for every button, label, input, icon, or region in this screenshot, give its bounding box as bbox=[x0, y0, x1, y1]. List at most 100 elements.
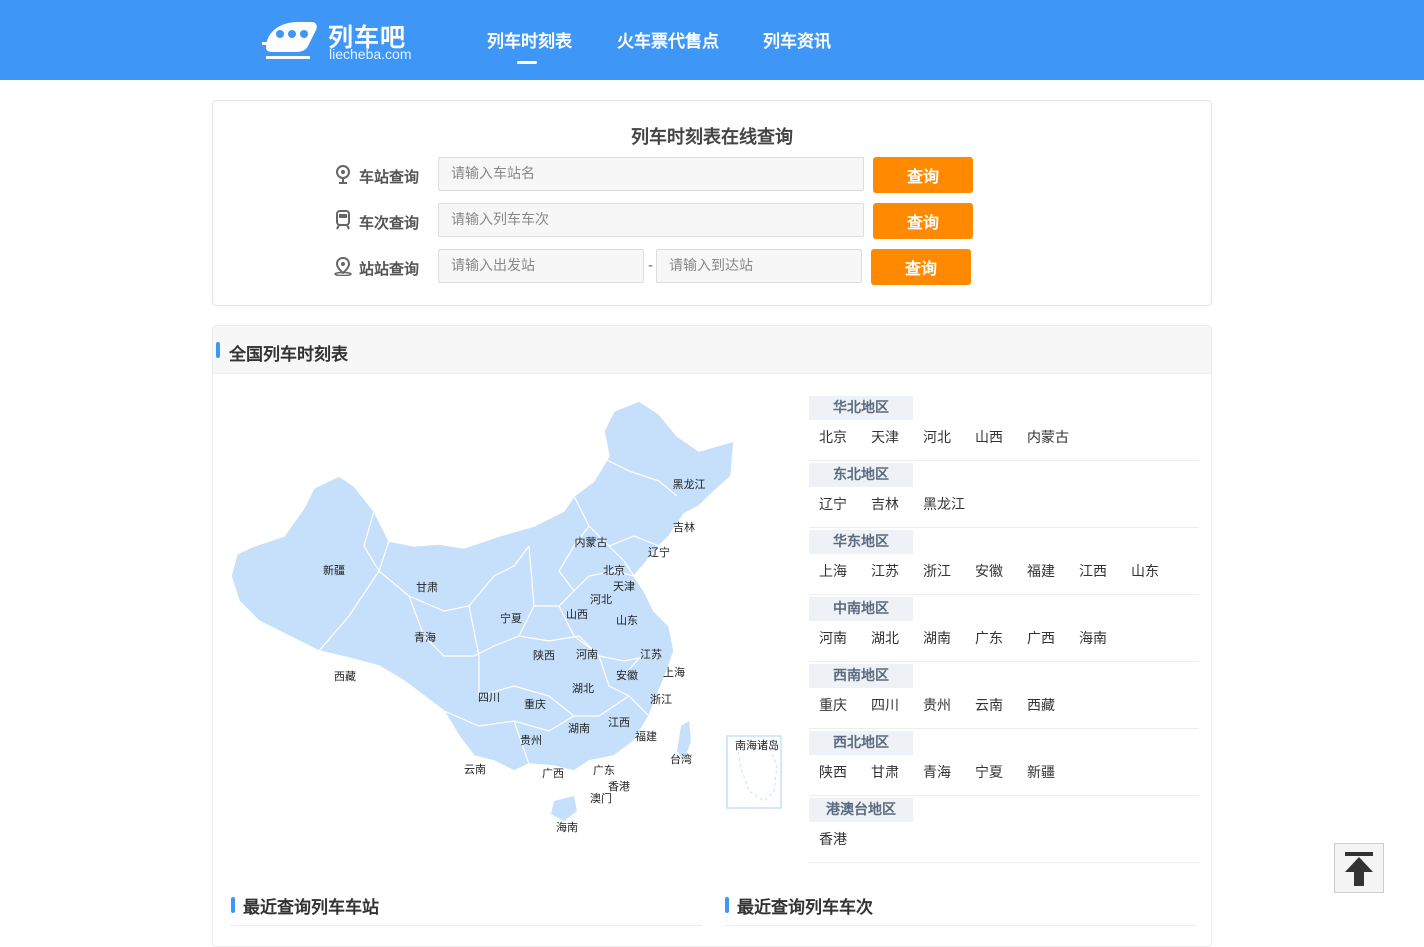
brand-domain: liecheba.com bbox=[329, 46, 412, 62]
map-province-label[interactable]: 湖南 bbox=[568, 722, 590, 735]
map-province-label[interactable]: 北京 bbox=[603, 563, 625, 577]
route-separator: - bbox=[648, 258, 654, 274]
map-province-label[interactable]: 贵州 bbox=[520, 734, 542, 747]
route-search-button[interactable]: 查询 bbox=[871, 249, 971, 285]
province-link[interactable]: 新疆 bbox=[1027, 762, 1079, 782]
province-link[interactable]: 河北 bbox=[923, 427, 975, 447]
map-province-label[interactable]: 海南 bbox=[556, 820, 578, 834]
map-province-label[interactable]: 宁夏 bbox=[500, 611, 522, 625]
map-province-label[interactable]: 西藏 bbox=[334, 670, 356, 683]
map-province-label[interactable]: 辽宁 bbox=[648, 545, 670, 559]
region-items: 北京 天津 河北 山西 内蒙古 bbox=[819, 427, 1079, 447]
map-province-label[interactable]: 江苏 bbox=[640, 648, 662, 661]
province-link[interactable]: 黑龙江 bbox=[923, 494, 975, 514]
recent-trains-title: 最近查询列车车次 bbox=[725, 893, 873, 918]
map-province-label[interactable]: 天津 bbox=[613, 580, 635, 593]
province-link[interactable]: 浙江 bbox=[923, 561, 975, 581]
province-link[interactable]: 宁夏 bbox=[975, 762, 1027, 782]
province-link[interactable]: 重庆 bbox=[819, 695, 871, 715]
province-link[interactable]: 广东 bbox=[975, 628, 1027, 648]
province-link[interactable]: 安徽 bbox=[975, 561, 1027, 581]
region-group: 西南地区 重庆 四川 贵州 云南 西藏 bbox=[809, 662, 1199, 729]
province-link[interactable]: 上海 bbox=[819, 561, 871, 581]
map-province-label[interactable]: 湖北 bbox=[572, 682, 594, 695]
nav-ticket-agents[interactable]: 火车票代售点 bbox=[617, 27, 719, 52]
province-link[interactable]: 湖北 bbox=[871, 628, 923, 648]
region-items: 上海 江苏 浙江 安徽 福建 江西 山东 bbox=[819, 561, 1183, 581]
province-link[interactable]: 甘肃 bbox=[871, 762, 923, 782]
map-province-label[interactable]: 上海 bbox=[663, 665, 685, 679]
province-link[interactable]: 西藏 bbox=[1027, 695, 1079, 715]
map-province-label[interactable]: 安徽 bbox=[616, 668, 638, 682]
province-link[interactable]: 河南 bbox=[819, 628, 871, 648]
map-province-label[interactable]: 甘肃 bbox=[416, 581, 438, 594]
section-title: 全国列车时刻表 bbox=[229, 345, 348, 365]
province-link[interactable]: 山西 bbox=[975, 427, 1027, 447]
back-to-top-button[interactable] bbox=[1334, 843, 1384, 893]
province-link[interactable]: 江西 bbox=[1079, 561, 1131, 581]
region-items: 香港 bbox=[819, 829, 871, 849]
recent-stations-divider bbox=[230, 925, 702, 926]
province-link[interactable]: 香港 bbox=[819, 829, 871, 849]
top-navbar: 列车吧 liecheba.com 列车时刻表 火车票代售点 列车资讯 bbox=[0, 0, 1424, 80]
station-icon bbox=[336, 165, 350, 184]
province-link[interactable]: 内蒙古 bbox=[1027, 427, 1079, 447]
region-items: 河南 湖北 湖南 广东 广西 海南 bbox=[819, 628, 1131, 648]
province-link[interactable]: 北京 bbox=[819, 427, 871, 447]
map-province-label[interactable]: 四川 bbox=[478, 691, 500, 704]
map-province-label[interactable]: 澳门 bbox=[590, 791, 612, 805]
province-link[interactable]: 天津 bbox=[871, 427, 923, 447]
map-hainan-shape bbox=[551, 796, 577, 821]
map-province-label[interactable]: 河南 bbox=[576, 648, 598, 661]
map-province-label[interactable]: 福建 bbox=[635, 729, 657, 743]
map-province-label[interactable]: 青海 bbox=[414, 630, 436, 644]
province-link[interactable]: 山东 bbox=[1131, 561, 1183, 581]
site-logo[interactable]: 列车吧 liecheba.com bbox=[262, 16, 442, 66]
map-province-label[interactable]: 陕西 bbox=[533, 648, 555, 662]
province-link[interactable]: 广西 bbox=[1027, 628, 1079, 648]
search-panel: 列车时刻表在线查询 车站查询 查询 车次查询 查询 站站查询 - 查询 bbox=[212, 100, 1212, 306]
train-logo-icon bbox=[262, 22, 317, 59]
map-province-label[interactable]: 吉林 bbox=[673, 520, 695, 534]
map-province-label[interactable]: 南海诸岛 bbox=[735, 738, 779, 752]
map-province-label[interactable]: 内蒙古 bbox=[575, 535, 608, 549]
station-search-button[interactable]: 查询 bbox=[873, 157, 973, 193]
region-tag: 华东地区 bbox=[809, 530, 913, 554]
map-province-label[interactable]: 黑龙江 bbox=[673, 478, 706, 491]
arrival-input[interactable] bbox=[656, 249, 862, 283]
province-link[interactable]: 海南 bbox=[1079, 628, 1131, 648]
map-province-label[interactable]: 云南 bbox=[464, 763, 486, 776]
province-link[interactable]: 湖南 bbox=[923, 628, 975, 648]
nav-timetable[interactable]: 列车时刻表 bbox=[487, 27, 572, 64]
map-province-label[interactable]: 广东 bbox=[593, 764, 615, 777]
province-link[interactable]: 吉林 bbox=[871, 494, 923, 514]
map-province-label[interactable]: 山西 bbox=[566, 608, 588, 621]
map-province-label[interactable]: 广西 bbox=[542, 767, 564, 780]
station-input[interactable] bbox=[438, 157, 864, 191]
map-mainland-shape bbox=[230, 400, 735, 772]
map-province-label[interactable]: 浙江 bbox=[650, 693, 672, 706]
map-province-label[interactable]: 河北 bbox=[590, 593, 612, 606]
province-link[interactable]: 江苏 bbox=[871, 561, 923, 581]
region-list: 华北地区 北京 天津 河北 山西 内蒙古 东北地区 辽宁 吉林 黑龙江 华东地区 上海 江苏 浙江 安徽 福建… bbox=[809, 394, 1199, 863]
train-search-button[interactable]: 查询 bbox=[873, 203, 973, 239]
recent-trains-divider bbox=[724, 925, 1196, 926]
map-province-label[interactable]: 新疆 bbox=[323, 563, 345, 577]
map-province-label[interactable]: 山东 bbox=[616, 614, 638, 627]
departure-input[interactable] bbox=[438, 249, 644, 283]
province-link[interactable]: 青海 bbox=[923, 762, 975, 782]
nav-news[interactable]: 列车资讯 bbox=[763, 27, 831, 52]
map-province-label[interactable]: 重庆 bbox=[524, 697, 546, 711]
recent-trains-bar bbox=[725, 897, 729, 913]
province-link[interactable]: 四川 bbox=[871, 695, 923, 715]
province-link[interactable]: 云南 bbox=[975, 695, 1027, 715]
region-group: 港澳台地区 香港 bbox=[809, 796, 1199, 863]
province-link[interactable]: 陕西 bbox=[819, 762, 871, 782]
train-number-input[interactable] bbox=[438, 203, 864, 237]
province-link[interactable]: 福建 bbox=[1027, 561, 1079, 581]
map-province-label[interactable]: 台湾 bbox=[670, 752, 692, 766]
map-province-label[interactable]: 江西 bbox=[608, 716, 630, 729]
station-search-label-text: 车站查询 bbox=[359, 168, 420, 186]
province-link[interactable]: 贵州 bbox=[923, 695, 975, 715]
province-link[interactable]: 辽宁 bbox=[819, 494, 871, 514]
